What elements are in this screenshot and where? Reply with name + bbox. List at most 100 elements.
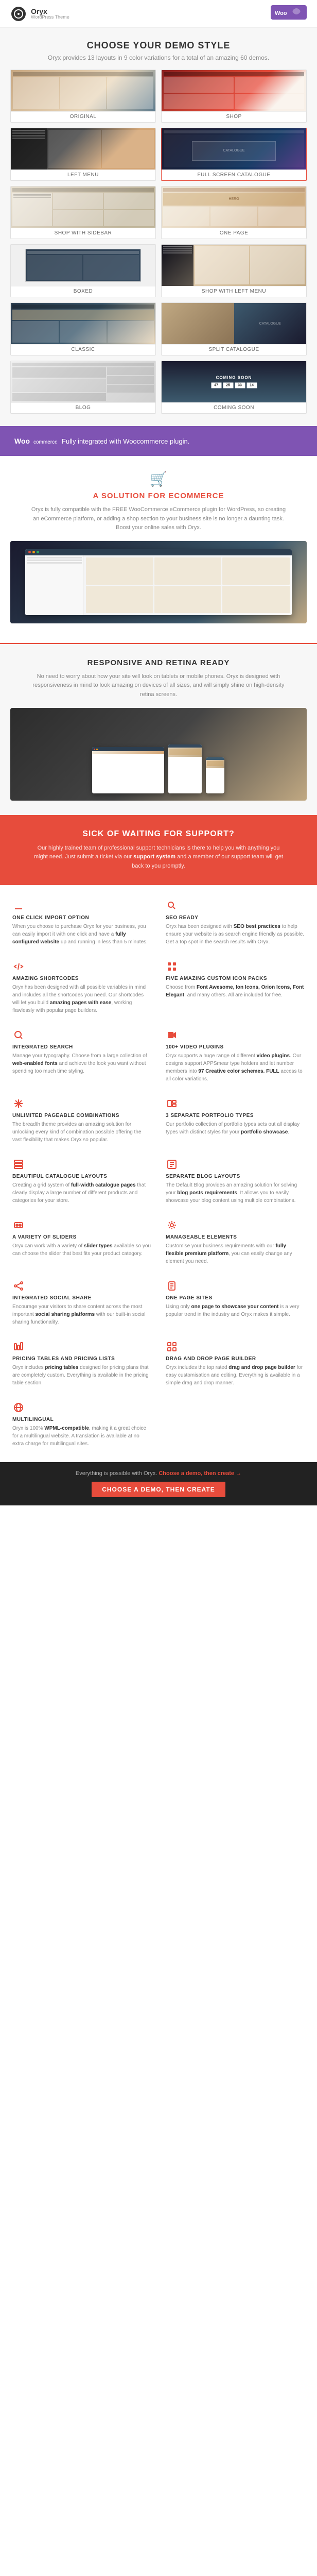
video-icon <box>166 1029 178 1041</box>
feature-multilingual: MULTILINGUAL Oryx is 100% WPML-compatibl… <box>8 1397 155 1452</box>
feature-desc-import: When you choose to purchase Oryx for you… <box>12 923 151 946</box>
demo-thumb-sidebar <box>11 187 155 228</box>
feature-title-social: INTEGRATED SOCIAL SHARE <box>12 1295 151 1301</box>
demo-grid: ORIGINAL SHOP <box>10 70 307 414</box>
device-mobile <box>206 757 224 793</box>
ecommerce-section: 🛒 A SOLUTION FOR ECOMMERCE Oryx is fully… <box>0 456 317 643</box>
catalogue-icon <box>12 1158 25 1171</box>
demo-label-original: ORIGINAL <box>11 111 155 122</box>
demo-label-blog: BLOG <box>11 402 155 413</box>
demo-label-onepage: ONE PAGE <box>162 228 306 239</box>
feature-desc-builder: Oryx includes the top rated drag and dro… <box>166 1364 305 1387</box>
feature-desc-social: Encourage your visitors to share content… <box>12 1303 151 1326</box>
feature-desc-video: Oryx supports a huge range of different … <box>166 1052 305 1083</box>
feature-search: INTEGRATED SEARCH Manage your typography… <box>8 1025 155 1087</box>
ecommerce-title-prefix: A SOLUTION FOR <box>93 492 168 500</box>
pricing-icon <box>12 1341 25 1353</box>
feature-desc-shortcodes: Oryx has been designed with all possible… <box>12 984 151 1014</box>
demo-style-section: CHOOSE YOUR DEMO STYLE Oryx provides 13 … <box>0 28 317 426</box>
feature-title-multilingual: MULTILINGUAL <box>12 1417 151 1422</box>
builder-icon <box>166 1341 178 1353</box>
demo-section-title: CHOOSE YOUR DEMO STYLE <box>10 40 307 51</box>
feature-elements: MANAGEABLE ELEMENTS Customise your busin… <box>162 1215 309 1269</box>
feature-title-builder: DRAG AND DROP PAGE BUILDER <box>166 1356 305 1362</box>
demo-item-onepage[interactable]: HERO ONE PAGE <box>161 186 307 239</box>
feature-title-catalogue: BEAUTIFUL CATALOGUE LAYOUTS <box>12 1174 151 1179</box>
demo-thumb-onepage: HERO <box>162 187 306 228</box>
brand-name: Oryx <box>31 8 69 15</box>
demo-item-boxed[interactable]: BOXED <box>10 244 156 297</box>
feature-sliders: A VARIETY OF SLIDERS Oryx can work with … <box>8 1215 155 1269</box>
demo-item-classic[interactable]: CLASSIC <box>10 302 156 355</box>
footer-cta-button[interactable]: CHOOSE A DEMO, THEN CREATE <box>92 1482 225 1497</box>
feature-desc-catalogue: Creating a grid system of full-width cat… <box>12 1181 151 1205</box>
header: Oryx WordPress Theme Woo <box>0 0 317 28</box>
feature-title-seo: SEO READY <box>166 915 305 921</box>
cart-icon: 🛒 <box>10 470 307 487</box>
demo-item-fullscreen[interactable]: CATALOGUE FULL SCREEN CATALOGUE <box>161 128 307 181</box>
feature-title-iconpacks: FIVE AMAZING CUSTOM ICON PACKS <box>166 976 305 981</box>
header-logo: Oryx WordPress Theme <box>10 6 69 22</box>
demo-label-comingsoon: COMING SOON <box>162 402 306 413</box>
feature-title-video: 100+ VIDEO PLUGINS <box>166 1044 305 1050</box>
responsive-section: RESPONSIVE AND RETINA READY No need to w… <box>0 644 317 815</box>
feature-desc-multilingual: Oryx is 100% WPML-compatible, making it … <box>12 1425 151 1448</box>
demo-thumb-blog <box>11 361 155 402</box>
feature-desc-blog: The Default Blog provides an amazing sol… <box>166 1181 305 1205</box>
feature-seo: SEO READY Oryx has been designed with SE… <box>162 895 309 950</box>
demo-label-shop: SHOP <box>162 111 306 122</box>
feature-pricing: PRICING TABLES AND PRICING LISTS Oryx in… <box>8 1336 155 1391</box>
feature-title-sliders: A VARIETY OF SLIDERS <box>12 1234 151 1240</box>
demo-item-sidebar[interactable]: SHOP WITH SIDEBAR <box>10 186 156 239</box>
demo-item-leftmenu[interactable]: SHOP WITH LEFT MENU <box>161 244 307 297</box>
demo-label-fullscreen: FULL SCREEN CATALOGUE <box>162 170 306 180</box>
demo-label-classic: CLASSIC <box>11 344 155 355</box>
demo-section-desc: Oryx provides 13 layouts in 9 color vari… <box>10 54 307 61</box>
feature-portfolio: 3 SEPARATE PORTFOLIO TYPES Our portfolio… <box>162 1093 309 1148</box>
ecommerce-title: A SOLUTION FOR ECOMMERCE <box>10 492 307 500</box>
feature-social: INTEGRATED SOCIAL SHARE Encourage your v… <box>8 1276 155 1330</box>
woo-header-logo: Woo <box>271 5 307 22</box>
footer-text: Everything is possible with Oryx. Choose… <box>10 1470 307 1477</box>
portfolio-icon <box>166 1097 178 1110</box>
demo-label-leftmenu: SHOP WITH LEFT MENU <box>162 286 306 297</box>
svg-text:commerce: commerce <box>33 439 57 445</box>
blog-icon <box>166 1158 178 1171</box>
woocommerce-logo: Woo <box>271 5 307 20</box>
feature-title-shortcodes: AMAZING SHORTCODES <box>12 976 151 981</box>
features-section: ONE CLICK IMPORT OPTION When you choose … <box>0 885 317 1462</box>
demo-label-left: LEFT MENU <box>11 170 155 180</box>
demo-item-comingsoon[interactable]: COMING SOON 47 25 33 14 COMING SOON <box>161 361 307 414</box>
woo-banner: Woo commerce Fully integrated with Wooco… <box>0 426 317 456</box>
features-grid: ONE CLICK IMPORT OPTION When you choose … <box>8 895 309 1452</box>
feature-icon-packs: FIVE AMAZING CUSTOM ICON PACKS Choose fr… <box>162 956 309 1019</box>
feature-title-onepage: ONE PAGE SITES <box>166 1295 305 1301</box>
feature-desc-elements: Customise your business requirements wit… <box>166 1242 305 1265</box>
demo-label-sidebar: SHOP WITH SIDEBAR <box>11 228 155 239</box>
demo-thumb-shop <box>162 70 306 111</box>
shortcodes-icon <box>12 960 25 973</box>
demo-item-left[interactable]: LEFT MENU <box>10 128 156 181</box>
brand-subtitle: WordPress Theme <box>31 15 69 20</box>
demo-item-original[interactable]: ORIGINAL <box>10 70 156 123</box>
demo-item-blog[interactable]: BLOG <box>10 361 156 414</box>
feature-desc-sliders: Oryx can work with a variety of slider t… <box>12 1242 151 1258</box>
ecommerce-title-highlight: ECOMMERCE <box>168 492 224 500</box>
woo-banner-text: Fully integrated with Woocommerce plugin… <box>62 437 189 445</box>
social-icon <box>12 1280 25 1292</box>
demo-thumb-boxed <box>11 245 155 286</box>
feature-desc-iconpacks: Choose from Font Awesome, Ion Icons, Ori… <box>166 984 305 999</box>
woocommerce-banner-logo: Woo commerce <box>10 433 57 449</box>
sliders-icon <box>12 1219 25 1231</box>
demo-item-splitcat[interactable]: CATALOGUE SPLIT CATALOGUE <box>161 302 307 355</box>
feature-desc-portfolio: Our portfolio collection of portfolio ty… <box>166 1121 305 1136</box>
demo-thumb-leftmenu <box>162 245 306 286</box>
svg-text:Woo: Woo <box>14 437 30 445</box>
feature-desc-search: Manage your typography. Choose from a la… <box>12 1052 151 1075</box>
feature-desc-onepage: Using only one page to showcase your con… <box>166 1303 305 1318</box>
feature-title-combinations: UNLIMITED PAGEABLE COMBINATIONS <box>12 1113 151 1118</box>
demo-thumb-comingsoon: COMING SOON 47 25 33 14 <box>162 361 306 402</box>
feature-one-click-import: ONE CLICK IMPORT OPTION When you choose … <box>8 895 155 950</box>
device-desktop <box>92 747 164 793</box>
demo-item-shop[interactable]: SHOP <box>161 70 307 123</box>
